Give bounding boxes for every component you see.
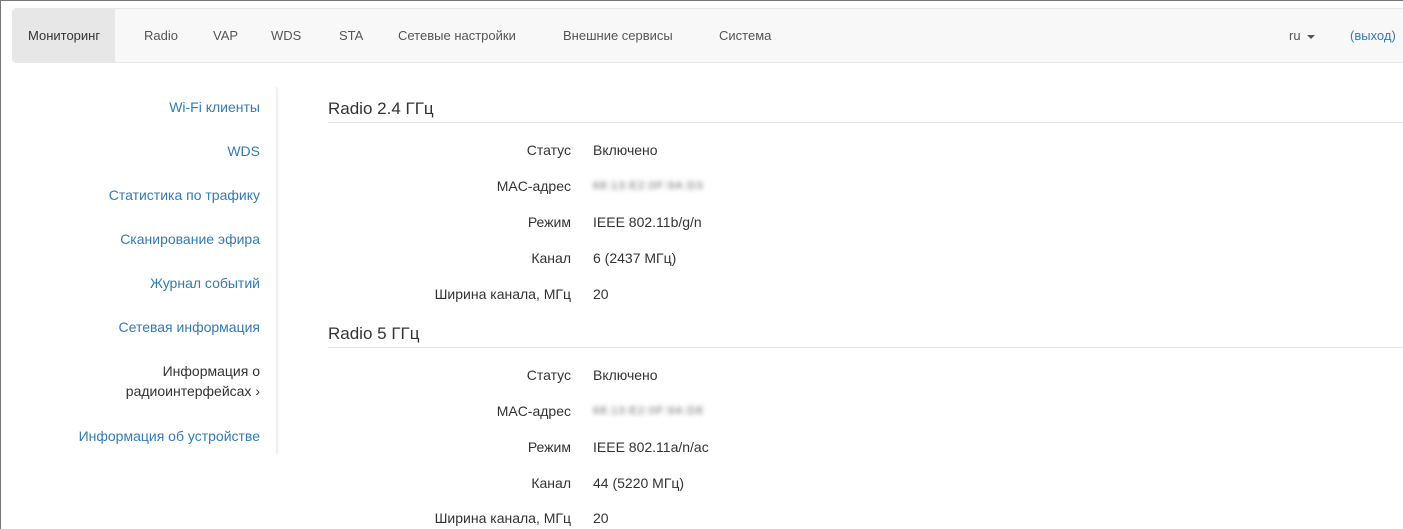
label-status: Статус (526, 142, 571, 158)
label-status: Статус (526, 367, 571, 383)
language-dropdown[interactable]: ru (1289, 9, 1315, 62)
section-divider (328, 347, 1403, 348)
nav-tab-vap[interactable]: VAP (213, 9, 238, 62)
sidebar-item-wifi-clients[interactable]: Wi-Fi клиенты (169, 97, 260, 117)
value-channel-width: 20 (593, 510, 609, 526)
sidebar-item-wds[interactable]: WDS (227, 141, 260, 161)
value-channel: 6 (2437 МГц) (593, 250, 677, 266)
label-channel-width: Ширина канала, МГц (434, 286, 571, 302)
top-navbar: Мониторинг Radio VAP WDS STA Сетевые нас… (12, 8, 1403, 63)
app-window: Мониторинг Radio VAP WDS STA Сетевые нас… (0, 0, 1403, 529)
sidebar-item-label-line1: Информация о (162, 363, 260, 379)
label-mac: MAC-адрес (496, 403, 571, 419)
nav-tab-radio[interactable]: Radio (144, 9, 178, 62)
value-channel: 44 (5220 МГц) (593, 475, 685, 491)
section-title-radio-5: Radio 5 ГГц (328, 324, 420, 343)
value-status: Включено (593, 142, 658, 158)
value-mac: 68:13:E2:0F:9A:D3 (593, 180, 704, 192)
label-channel-width: Ширина канала, МГц (434, 510, 571, 526)
section-divider (328, 122, 1403, 123)
sidebar-item-radio-info[interactable]: Информация о радиоинтерфейсах › (126, 361, 260, 401)
sidebar-item-device-info[interactable]: Информация об устройстве (79, 426, 260, 446)
value-mode: IEEE 802.11b/g/n (593, 214, 702, 230)
label-mac: MAC-адрес (496, 178, 571, 194)
sidebar-item-network-info[interactable]: Сетевая информация (119, 317, 260, 337)
value-status: Включено (593, 367, 658, 383)
language-label: ru (1289, 28, 1301, 43)
value-channel-width: 20 (593, 286, 609, 302)
sidebar-item-air-scan[interactable]: Сканирование эфира (120, 229, 260, 249)
sidebar-item-event-log[interactable]: Журнал событий (150, 273, 260, 293)
logout-link[interactable]: (выход) (1350, 9, 1396, 62)
value-mode: IEEE 802.11a/n/ac (593, 439, 709, 455)
nav-tab-wds[interactable]: WDS (271, 9, 301, 62)
section-title-radio-24: Radio 2.4 ГГц (328, 99, 434, 118)
sidebar-item-label-line2: радиоинтерфейсах › (125, 383, 260, 399)
label-channel: Канал (531, 475, 571, 491)
nav-tab-external-services[interactable]: Внешние сервисы (563, 9, 673, 62)
label-mode: Режим (527, 439, 571, 455)
sidebar: Wi-Fi клиенты WDS Статистика по трафику … (41, 87, 277, 455)
nav-tab-system[interactable]: Система (719, 9, 771, 62)
nav-tab-monitoring[interactable]: Мониторинг (13, 9, 116, 62)
nav-tab-network-settings[interactable]: Сетевые настройки (398, 9, 516, 62)
value-mac: 68:13:E2:0F:9A:D8 (593, 405, 704, 417)
caret-down-icon (1306, 34, 1315, 39)
nav-tab-sta[interactable]: STA (339, 9, 363, 62)
sidebar-item-traffic-stats[interactable]: Статистика по трафику (109, 185, 260, 205)
label-channel: Канал (531, 250, 571, 266)
label-mode: Режим (527, 214, 571, 230)
